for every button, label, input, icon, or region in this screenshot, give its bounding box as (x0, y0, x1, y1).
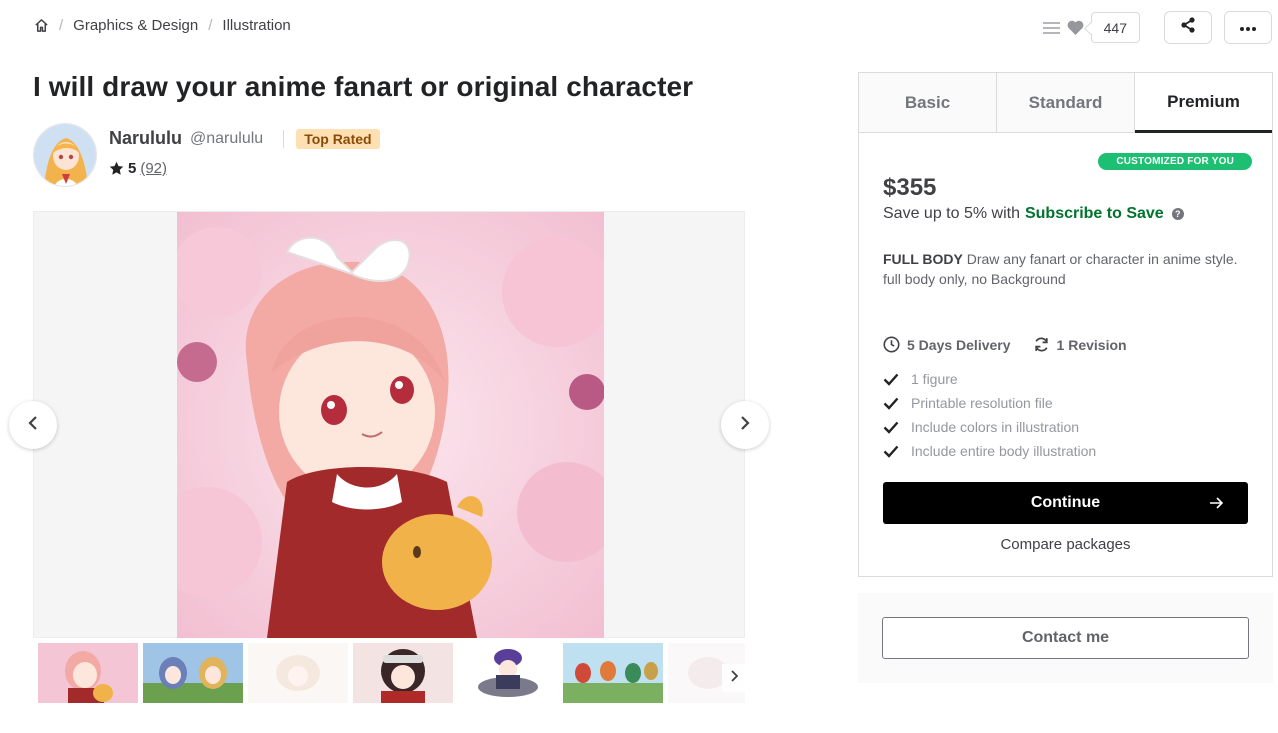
more-options-button[interactable] (1224, 11, 1272, 44)
check-icon (883, 443, 899, 459)
subscribe-save-line: Save up to 5% with Subscribe to Save ? (883, 205, 1184, 223)
gallery-main-image[interactable] (177, 212, 604, 638)
package-desc-title: FULL BODY (883, 251, 963, 267)
contact-me-button[interactable]: Contact me (882, 617, 1249, 659)
subscribe-to-save-link[interactable]: Subscribe to Save (1025, 205, 1164, 223)
gallery-thumbnails (38, 643, 745, 703)
seller-name[interactable]: Narululu (109, 128, 182, 149)
gallery-thumbnail[interactable] (38, 643, 138, 703)
package-tabs: Basic Standard Premium (859, 73, 1272, 133)
chevron-right-icon (730, 669, 739, 687)
package-price: $355 (883, 174, 937, 201)
review-count-link[interactable]: (92) (140, 160, 167, 177)
gallery-thumbnail[interactable] (143, 643, 243, 703)
gig-gallery (33, 211, 745, 638)
heart-icon[interactable] (1067, 19, 1085, 37)
gallery-thumbnail[interactable] (563, 643, 663, 703)
gallery-prev-button[interactable] (9, 401, 57, 449)
feature-label: Printable resolution file (911, 395, 1053, 411)
revision-count: 1 Revision (1056, 336, 1127, 353)
check-icon (883, 395, 899, 411)
share-icon (1180, 17, 1196, 38)
home-icon[interactable] (33, 17, 49, 33)
tab-basic[interactable]: Basic (859, 73, 997, 132)
customized-badge: CUSTOMIZED FOR YOU (1098, 153, 1252, 170)
feature-item: Printable resolution file (883, 391, 1096, 415)
star-icon (109, 161, 124, 176)
gallery-thumbnail[interactable] (248, 643, 348, 703)
seller-avatar[interactable] (33, 123, 97, 187)
continue-button[interactable]: Continue (883, 482, 1248, 524)
clock-icon (883, 336, 900, 353)
gallery-next-button[interactable] (721, 401, 769, 449)
compare-packages-link[interactable]: Compare packages (859, 536, 1272, 553)
feature-item: Include colors in illustration (883, 415, 1096, 439)
seller-handle[interactable]: @narululu (190, 130, 263, 148)
delivery-info: 5 Days Delivery 1 Revision (883, 336, 1127, 353)
seller-overview: Narululu @narululu Top Rated 5 (92) (33, 123, 380, 187)
contact-section: Contact me (858, 593, 1273, 683)
check-icon (883, 371, 899, 387)
tab-standard[interactable]: Standard (997, 73, 1135, 132)
list-icon (1042, 19, 1061, 37)
ellipsis-icon (1239, 19, 1257, 37)
revision-icon (1033, 336, 1050, 353)
package-features: 1 figure Printable resolution file Inclu… (883, 367, 1096, 463)
rating-summary: 5 (92) (109, 160, 380, 177)
breadcrumb: / Graphics & Design / Illustration (33, 16, 291, 34)
like-count: 447 (1090, 12, 1140, 43)
seller-level-badge: Top Rated (296, 128, 380, 149)
breadcrumb-item-illustration[interactable]: Illustration (222, 17, 290, 34)
tab-premium[interactable]: Premium (1135, 73, 1272, 133)
rating-score: 5 (128, 160, 137, 177)
breadcrumb-item-graphics-design[interactable]: Graphics & Design (73, 17, 198, 34)
gallery-thumbnail[interactable] (458, 643, 558, 703)
check-icon (883, 419, 899, 435)
breadcrumb-separator: / (208, 16, 213, 34)
gig-actions: 447 (1042, 11, 1272, 44)
gig-title: I will draw your anime fanart or origina… (33, 71, 694, 102)
breadcrumb-separator: / (59, 16, 64, 34)
feature-item: Include entire body illustration (883, 439, 1096, 463)
continue-label: Continue (1030, 494, 1101, 511)
gallery-thumbnail[interactable] (353, 643, 453, 703)
feature-label: Include entire body illustration (911, 443, 1097, 459)
chevron-right-icon (739, 415, 751, 436)
chevron-left-icon (27, 415, 39, 436)
feature-label: 1 figure (911, 371, 958, 387)
save-text: Save up to 5% with (883, 205, 1020, 222)
share-button[interactable] (1164, 11, 1212, 44)
divider (283, 129, 285, 148)
seller-line: Narululu @narululu Top Rated (109, 128, 380, 149)
question-icon[interactable]: ? (1171, 208, 1184, 220)
seller-info: Narululu @narululu Top Rated 5 (92) (109, 123, 380, 187)
arrow-right-icon (1208, 495, 1224, 511)
package-description: FULL BODY Draw any fanart or character i… (883, 249, 1243, 289)
thumbnails-next-button[interactable] (722, 664, 746, 692)
package-panel: Basic Standard Premium CUSTOMIZED FOR YO… (858, 72, 1273, 577)
delivery-days: 5 Days Delivery (907, 336, 1011, 353)
collections-button[interactable]: 447 (1042, 12, 1140, 43)
feature-item: 1 figure (883, 367, 1096, 391)
feature-label: Include colors in illustration (911, 419, 1080, 435)
